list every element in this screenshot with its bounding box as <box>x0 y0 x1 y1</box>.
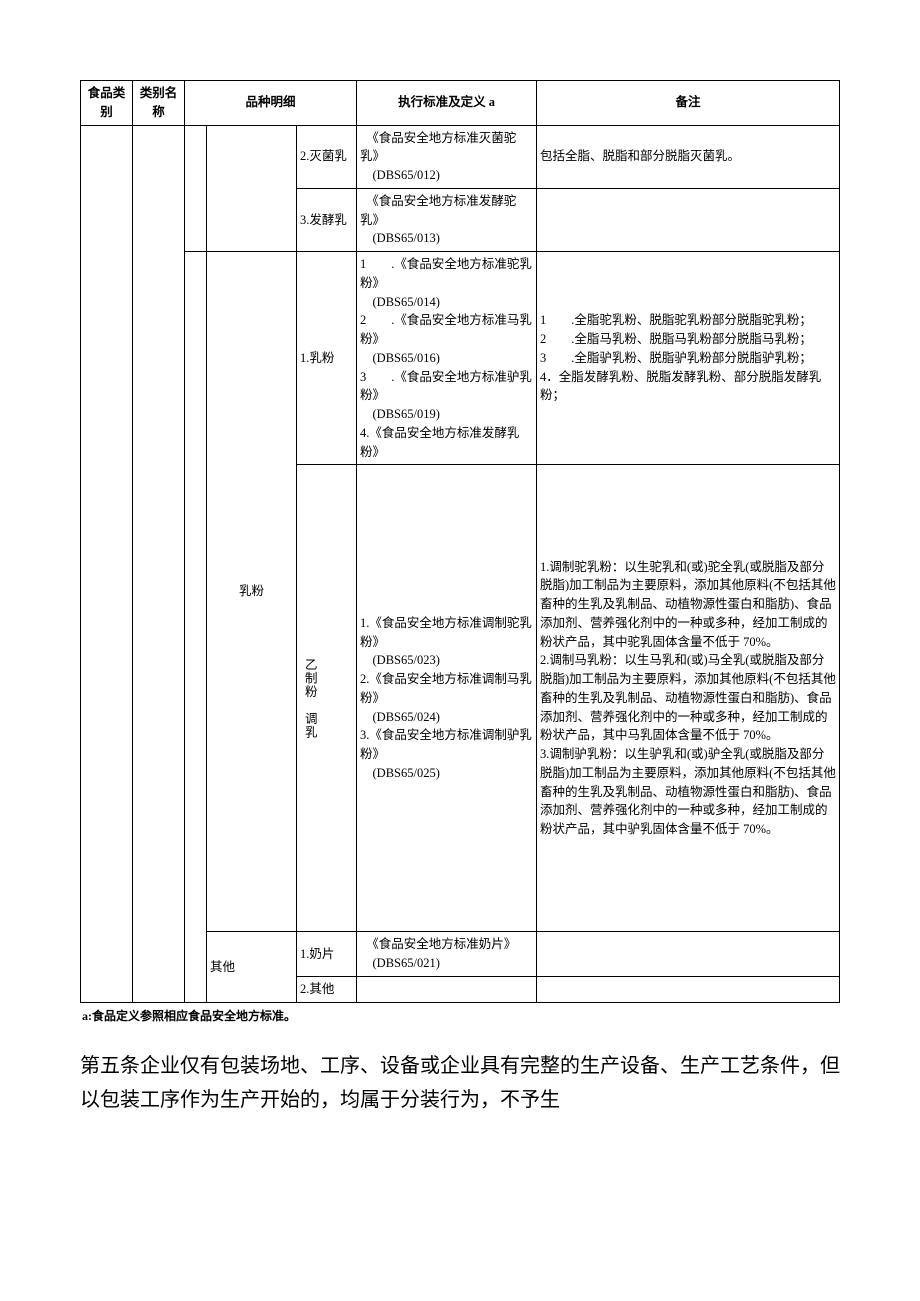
standards-table: 食品类别 类别名称 品种明细 执行标准及定义 a 备注 2.灭菌乳 《食品安全地… <box>80 80 840 1003</box>
cell-remark <box>537 976 840 1002</box>
th-standard: 执行标准及定义 a <box>357 81 537 126</box>
cell-variety-c: 3.发酵乳 <box>297 188 357 251</box>
cell-name <box>133 125 185 1002</box>
cell-variety-b: 乳粉 <box>207 252 297 932</box>
vertical-label: 乙制粉 调乳 <box>300 658 319 739</box>
cell-variety-a <box>185 252 207 1003</box>
cell-variety-b: 其他 <box>207 932 297 1002</box>
cell-standard: 1 .《食品安全地方标准驼乳粉》 (DBS65/014)2 .《食品安全地方标准… <box>357 252 537 465</box>
cell-remark <box>537 932 840 977</box>
th-remark: 备注 <box>537 81 840 126</box>
th-category: 食品类别 <box>81 81 133 126</box>
cell-variety-c: 2.其他 <box>297 976 357 1002</box>
footnote: a:食品定义参照相应食品安全地方标准。 <box>82 1007 840 1025</box>
cell-variety-c: 乙制粉 调乳 <box>297 465 357 932</box>
cell-remark <box>537 188 840 251</box>
table-row: 乳粉 1.乳粉 1 .《食品安全地方标准驼乳粉》 (DBS65/014)2 .《… <box>81 252 840 465</box>
cell-standard: 《食品安全地方标准灭菌驼乳》 (DBS65/012) <box>357 125 537 188</box>
table-header-row: 食品类别 类别名称 品种明细 执行标准及定义 a 备注 <box>81 81 840 126</box>
cell-standard: 《食品安全地方标准奶片》 (DBS65/021) <box>357 932 537 977</box>
cell-standard: 1.《食品安全地方标准调制驼乳粉》 (DBS65/023)2.《食品安全地方标准… <box>357 465 537 932</box>
cell-standard: 《食品安全地方标准发酵驼乳》 (DBS65/013) <box>357 188 537 251</box>
cell-variety-a <box>185 125 207 252</box>
cell-remark: 1.调制驼乳粉：以生驼乳和(或)驼全乳(或脱脂及部分脱脂)加工制品为主要原料，添… <box>537 465 840 932</box>
cell-variety-c: 1.奶片 <box>297 932 357 977</box>
th-name: 类别名称 <box>133 81 185 126</box>
th-variety: 品种明细 <box>185 81 357 126</box>
cell-standard <box>357 976 537 1002</box>
cell-variety-c: 1.乳粉 <box>297 252 357 465</box>
table-row: 2.灭菌乳 《食品安全地方标准灭菌驼乳》 (DBS65/012) 包括全脂、脱脂… <box>81 125 840 188</box>
cell-variety-b <box>207 125 297 252</box>
cell-remark: 1 .全脂驼乳粉、脱脂驼乳粉部分脱脂驼乳粉；2 .全脂马乳粉、脱脂马乳粉部分脱脂… <box>537 252 840 465</box>
body-paragraph: 第五条企业仅有包装场地、工序、设备或企业具有完整的生产设备、生产工艺条件，但以包… <box>80 1049 840 1117</box>
cell-category <box>81 125 133 1002</box>
cell-variety-c: 2.灭菌乳 <box>297 125 357 188</box>
cell-remark: 包括全脂、脱脂和部分脱脂灭菌乳。 <box>537 125 840 188</box>
